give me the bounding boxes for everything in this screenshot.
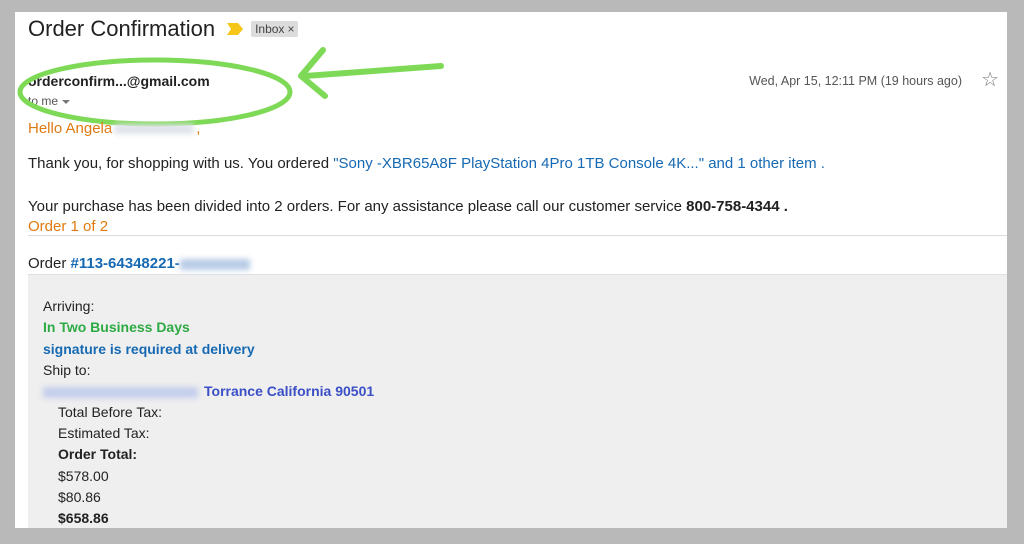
order-details-panel: Arriving: In Two Business Days signature… xyxy=(28,274,1007,528)
subject-row: Order Confirmation Inbox × xyxy=(28,16,299,42)
greeting-text: Hello Angela xyxy=(28,120,113,137)
arriving-value: In Two Business Days xyxy=(43,319,190,335)
order-count: Order 1 of 2 xyxy=(28,218,109,235)
recipient-label: to me xyxy=(28,94,59,108)
greeting-comma: , xyxy=(196,120,201,137)
thanks-message: Thank you, for shopping with us. You ord… xyxy=(28,155,825,172)
annotation-arrow-icon xyxy=(298,47,444,99)
email-subject: Order Confirmation xyxy=(28,16,216,41)
redacted-street xyxy=(43,386,198,398)
star-icon[interactable]: ☆ xyxy=(981,70,999,90)
signature-note: signature is required at delivery xyxy=(43,341,255,357)
email-view: Order Confirmation Inbox × orderconfirm.… xyxy=(15,12,1007,528)
recipient-toggle[interactable]: to me xyxy=(28,94,71,108)
remove-label-icon[interactable]: × xyxy=(287,22,294,36)
thanks-text: Thank you, for shopping with us. You ord… xyxy=(28,155,334,172)
inbox-label-text: Inbox xyxy=(255,22,285,36)
divider xyxy=(28,235,1007,236)
redacted-order-suffix xyxy=(179,258,250,270)
order-total-label: Order Total: xyxy=(58,446,138,462)
order-total-value: $658.86 xyxy=(58,510,109,526)
ship-to-address: Torrance California 90501 xyxy=(43,383,374,399)
ship-to-city: Torrance California 90501 xyxy=(204,383,375,399)
estimated-tax-value: $80.86 xyxy=(58,489,101,505)
email-date: Wed, Apr 15, 12:11 PM (19 hours ago) xyxy=(749,74,962,88)
split-text: Your purchase has been divided into 2 or… xyxy=(28,198,687,215)
estimated-tax-label: Estimated Tax: xyxy=(58,425,150,441)
total-before-tax-value: $578.00 xyxy=(58,468,109,484)
customer-service-phone: 800-758-4344 . xyxy=(686,198,788,215)
important-marker-icon[interactable] xyxy=(227,23,244,35)
order-number-link[interactable]: #113-64348221- xyxy=(71,255,180,272)
total-before-tax-label: Total Before Tax: xyxy=(58,404,163,420)
sender-address[interactable]: orderconfirm...@gmail.com xyxy=(28,73,210,89)
order-number-line: Order #113-64348221- xyxy=(28,255,250,272)
ship-to-label: Ship to: xyxy=(43,362,91,378)
order-label: Order xyxy=(28,255,71,272)
redacted-name xyxy=(114,124,195,135)
greeting: Hello Angela, xyxy=(28,120,200,137)
inbox-label-badge: Inbox × xyxy=(251,21,299,37)
order-split-message: Your purchase has been divided into 2 or… xyxy=(28,198,788,215)
product-link[interactable]: "Sony -XBR65A8F PlayStation 4Pro 1TB Con… xyxy=(333,155,825,172)
arriving-label: Arriving: xyxy=(43,298,95,314)
chevron-down-icon[interactable] xyxy=(62,99,71,104)
